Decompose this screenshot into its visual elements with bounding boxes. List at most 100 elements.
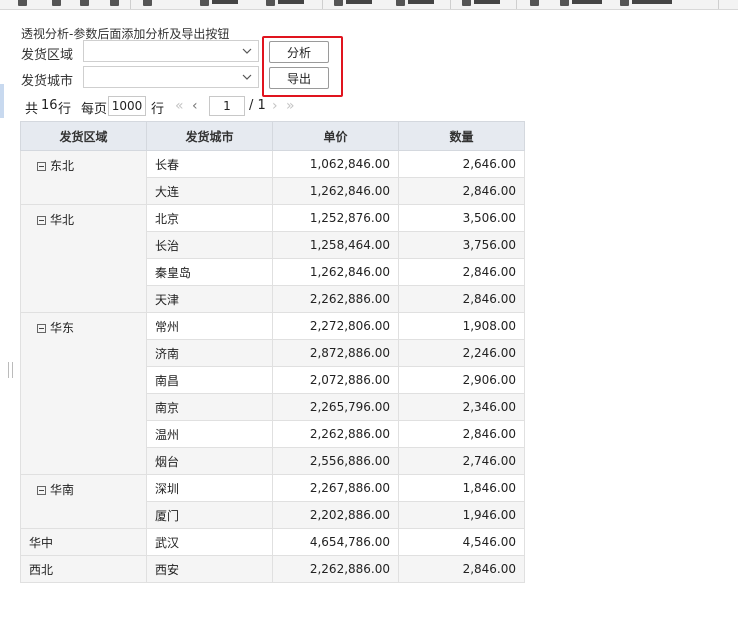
region-label: 华南 bbox=[50, 483, 75, 497]
toolbar-label bbox=[212, 0, 238, 4]
city-cell: 西安 bbox=[146, 555, 273, 583]
toolbar-button-1[interactable] bbox=[18, 0, 27, 6]
city-cell: 南京 bbox=[146, 393, 273, 421]
table-row: 华南 深圳 2,267,886.00 1,846.00 bbox=[20, 474, 525, 529]
city-cell: 济南 bbox=[146, 339, 273, 367]
toolbar-button-2[interactable] bbox=[52, 0, 61, 6]
toolbar-label bbox=[346, 0, 372, 4]
toolbar-icon bbox=[110, 0, 119, 6]
toolbar-icon bbox=[620, 0, 629, 6]
price-cell: 2,872,886.00 bbox=[272, 339, 399, 367]
price-cell: 2,262,886.00 bbox=[272, 555, 399, 583]
city-cell: 深圳 bbox=[146, 474, 273, 502]
column-header-price[interactable]: 单价 bbox=[272, 121, 399, 151]
pagination-bar: 共 16 行 每页 1000 行 « ‹ 1 / 1 › » bbox=[0, 96, 300, 118]
city-cell: 大连 bbox=[146, 177, 273, 205]
analyze-button[interactable]: 分析 bbox=[269, 41, 329, 63]
quantity-cell: 1,908.00 bbox=[398, 312, 525, 340]
city-cell: 武汉 bbox=[146, 528, 273, 556]
quantity-cell: 2,846.00 bbox=[398, 555, 525, 583]
toolbar-icon bbox=[462, 0, 471, 6]
chevron-down-icon bbox=[242, 74, 252, 80]
toolbar-icon bbox=[334, 0, 343, 6]
quantity-cell: 2,846.00 bbox=[398, 285, 525, 313]
table-row: 华东 常州 2,272,806.00 1,908.00 bbox=[20, 312, 525, 475]
column-header-city[interactable]: 发货城市 bbox=[146, 121, 273, 151]
toolbar-icon bbox=[530, 0, 539, 6]
column-header-region[interactable]: 发货区域 bbox=[20, 121, 147, 151]
toolbar-button-3[interactable] bbox=[80, 0, 89, 6]
toolbar-button-13[interactable] bbox=[620, 0, 672, 6]
region-cell[interactable]: 华东 bbox=[20, 312, 147, 475]
total-prefix: 共 bbox=[25, 102, 39, 117]
current-page-input[interactable]: 1 bbox=[209, 96, 245, 116]
city-cell: 长春 bbox=[146, 150, 273, 178]
city-cell: 北京 bbox=[146, 204, 273, 232]
price-cell: 2,556,886.00 bbox=[272, 447, 399, 475]
collapse-icon[interactable] bbox=[37, 324, 46, 333]
city-cell: 常州 bbox=[146, 312, 273, 340]
region-label: 华北 bbox=[50, 213, 75, 227]
last-page-icon[interactable]: » bbox=[286, 98, 295, 114]
price-cell: 1,252,876.00 bbox=[272, 204, 399, 232]
region-cell[interactable]: 华南 bbox=[20, 474, 147, 529]
price-cell: 2,265,796.00 bbox=[272, 393, 399, 421]
export-button[interactable]: 导出 bbox=[269, 67, 329, 89]
quantity-cell: 2,746.00 bbox=[398, 447, 525, 475]
quantity-cell: 2,246.00 bbox=[398, 339, 525, 367]
table-header-row: 发货区域 发货城市 单价 数量 bbox=[20, 121, 525, 151]
price-cell: 1,258,464.00 bbox=[272, 231, 399, 259]
toolbar-button-7[interactable] bbox=[266, 0, 304, 6]
quantity-cell: 3,756.00 bbox=[398, 231, 525, 259]
quantity-cell: 3,506.00 bbox=[398, 204, 525, 232]
per-page-label: 每页 bbox=[81, 102, 108, 117]
total-suffix: 行 bbox=[58, 102, 72, 117]
per-page-input[interactable]: 1000 bbox=[108, 96, 146, 116]
price-cell: 2,262,886.00 bbox=[272, 285, 399, 313]
price-cell: 1,062,846.00 bbox=[272, 150, 399, 178]
city-cell: 南昌 bbox=[146, 366, 273, 394]
toolbar-label bbox=[474, 0, 500, 4]
price-cell: 1,262,846.00 bbox=[272, 258, 399, 286]
price-cell: 2,072,886.00 bbox=[272, 366, 399, 394]
toolbar-separator bbox=[322, 0, 323, 9]
toolbar-label bbox=[572, 0, 602, 4]
toolbar-icon bbox=[52, 0, 61, 6]
region-select[interactable] bbox=[83, 40, 259, 62]
collapse-icon[interactable] bbox=[37, 216, 46, 225]
collapse-icon[interactable] bbox=[37, 486, 46, 495]
quantity-cell: 1,946.00 bbox=[398, 501, 525, 529]
total-count: 16 bbox=[41, 98, 58, 113]
region-cell[interactable]: 东北 bbox=[20, 150, 147, 205]
table-row: 西北 西安 2,262,886.00 2,846.00 bbox=[20, 555, 525, 583]
price-cell: 2,272,806.00 bbox=[272, 312, 399, 340]
price-cell: 4,654,786.00 bbox=[272, 528, 399, 556]
toolbar-button-5[interactable] bbox=[143, 0, 152, 6]
table-row: 华中 武汉 4,654,786.00 4,546.00 bbox=[20, 528, 525, 556]
prev-page-icon[interactable]: ‹ bbox=[192, 98, 198, 114]
toolbar-button-11[interactable] bbox=[530, 0, 539, 6]
toolbar-label bbox=[408, 0, 434, 4]
region-cell[interactable]: 华北 bbox=[20, 204, 147, 313]
city-cell: 秦皇岛 bbox=[146, 258, 273, 286]
toolbar-button-10[interactable] bbox=[462, 0, 500, 6]
toolbar-button-4[interactable] bbox=[110, 0, 119, 6]
toolbar-button-9[interactable] bbox=[396, 0, 434, 6]
toolbar-button-12[interactable] bbox=[560, 0, 602, 6]
price-cell: 2,202,886.00 bbox=[272, 501, 399, 529]
collapse-icon[interactable] bbox=[37, 162, 46, 171]
table-row: 华北 北京 1,252,876.00 3,506.00 bbox=[20, 204, 525, 313]
city-cell: 长治 bbox=[146, 231, 273, 259]
next-page-icon[interactable]: › bbox=[272, 98, 278, 114]
city-select[interactable] bbox=[83, 66, 259, 88]
panel-resize-handle[interactable] bbox=[8, 362, 13, 378]
quantity-cell: 2,906.00 bbox=[398, 366, 525, 394]
first-page-icon[interactable]: « bbox=[175, 98, 184, 114]
toolbar-icon bbox=[18, 0, 27, 6]
chevron-down-icon bbox=[242, 48, 252, 54]
toolbar-separator bbox=[516, 0, 517, 9]
toolbar-icon bbox=[266, 0, 275, 6]
column-header-quantity[interactable]: 数量 bbox=[398, 121, 525, 151]
toolbar-button-8[interactable] bbox=[334, 0, 372, 6]
toolbar-button-6[interactable] bbox=[200, 0, 238, 6]
